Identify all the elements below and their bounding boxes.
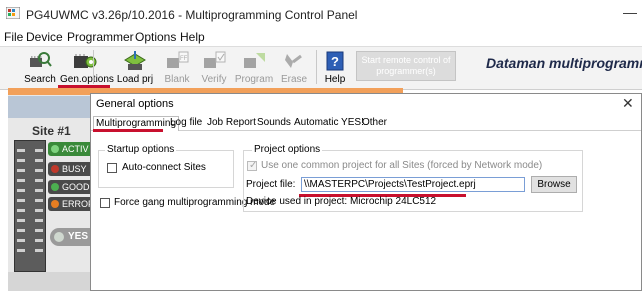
menu-help[interactable]: Help	[180, 30, 205, 44]
svg-text:?: ?	[331, 54, 339, 69]
auto-connect-checkbox[interactable]	[107, 163, 117, 173]
help-button-label: Help	[324, 74, 346, 85]
dialog-title: General options	[96, 98, 174, 110]
verify-button-label: Verify	[201, 74, 227, 85]
gen-options-button-label: Gen.options	[60, 74, 114, 85]
menu-file[interactable]: File	[4, 30, 23, 44]
menu-device[interactable]: Device	[26, 30, 63, 44]
tab-job-report[interactable]: Job Report	[205, 116, 258, 130]
remote-control-button[interactable]: Start remote control of programmer(s)	[356, 51, 456, 81]
auto-connect-label: Auto-connect Sites	[122, 162, 206, 173]
search-button-label: Search	[24, 74, 56, 85]
project-file-input[interactable]: \\MASTERPC\Projects\TestProject.eprj	[301, 177, 525, 192]
startup-options-title: Startup options	[105, 144, 177, 155]
gen-options-button[interactable]: Gen.options	[60, 48, 114, 86]
zif-socket	[14, 140, 46, 272]
menu-programmer[interactable]: Programmer	[67, 30, 134, 44]
status-good-label: GOOD	[62, 182, 90, 192]
close-icon[interactable]: ✕	[622, 95, 634, 112]
minimize-button[interactable]: —	[618, 4, 642, 22]
window-title: PG4UWMC v3.26p/10.2016 - Multiprogrammin…	[26, 8, 358, 22]
tab-sounds[interactable]: Sounds	[255, 116, 293, 130]
site-footer	[8, 272, 100, 291]
status-led-icon	[51, 165, 59, 173]
yes-label: YES	[68, 231, 89, 242]
help-icon: ?	[326, 51, 344, 71]
menu-options[interactable]: Options	[135, 30, 176, 44]
tab-other[interactable]: Other	[360, 116, 389, 130]
tab-log-file[interactable]: Log file	[168, 116, 204, 130]
project-options-title: Project options	[252, 144, 323, 155]
erase-button-label: Erase	[280, 74, 308, 85]
program-button[interactable]: Program	[232, 48, 276, 86]
program-button-label: Program	[234, 74, 274, 85]
force-gang-checkbox[interactable]	[100, 198, 110, 208]
toolbar-separator	[316, 50, 317, 84]
yes-led-icon	[54, 232, 64, 242]
status-led-icon	[51, 200, 59, 208]
status-led-icon	[51, 145, 59, 153]
load-project-button-label: Load prj	[116, 74, 154, 85]
status-busy-label: BUSY	[62, 164, 87, 174]
use-common-project-checkbox[interactable]: ✓	[247, 160, 257, 171]
search-button[interactable]: Search	[20, 48, 60, 86]
project-file-label: Project file:	[246, 179, 296, 190]
site-title: Site #1	[32, 124, 71, 138]
highlight-underline	[93, 129, 163, 132]
svg-text:FF: FF	[180, 56, 188, 62]
blank-icon: FF	[167, 51, 189, 68]
status-error-label: ERROF	[62, 199, 94, 209]
app-logo-icon	[6, 7, 20, 19]
load-project-button[interactable]: Load prj	[114, 48, 156, 86]
site-header	[8, 96, 100, 118]
status-active-label: ACTIV	[62, 144, 89, 154]
verify-button[interactable]: Verify	[196, 48, 232, 86]
gen-options-icon	[74, 54, 97, 68]
erase-button[interactable]: Erase	[276, 48, 312, 86]
blank-button-label: Blank	[164, 74, 190, 85]
help-button[interactable]: ? Help	[322, 48, 348, 86]
status-led-icon	[51, 183, 59, 191]
search-chip-icon	[30, 52, 52, 67]
use-common-project-label: Use one common project for all Sites (fo…	[261, 160, 543, 171]
load-project-icon	[124, 51, 146, 70]
brand-title: Dataman multiprogrammin	[486, 55, 642, 71]
blank-button[interactable]: FF Blank	[160, 48, 194, 86]
tab-automatic-yes[interactable]: Automatic YES!	[292, 116, 366, 130]
program-icon	[244, 53, 265, 68]
browse-button[interactable]: Browse	[531, 176, 577, 193]
toolbar-separator	[93, 50, 94, 84]
device-used-label: Device used in project: Microchip 24LC51…	[246, 196, 437, 207]
verify-icon	[204, 51, 226, 68]
erase-icon	[285, 54, 302, 68]
